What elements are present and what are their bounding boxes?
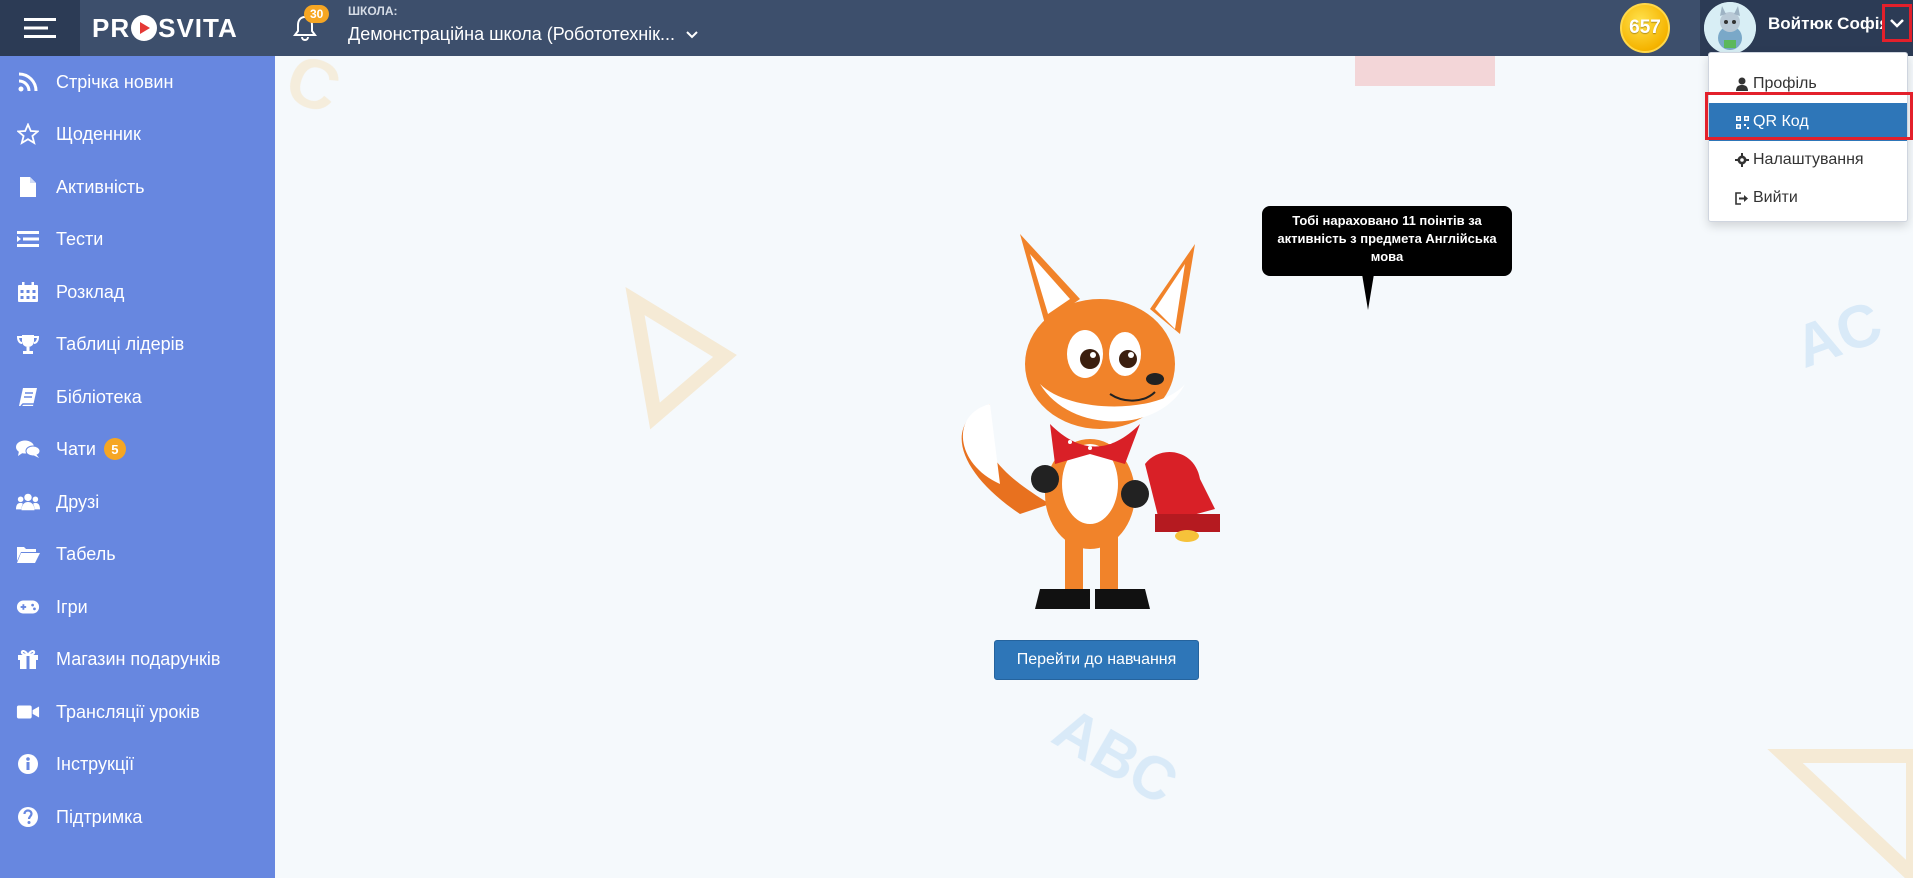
dropdown-item-profile[interactable]: Профіль	[1709, 65, 1907, 103]
dropdown-item-label: Вийти	[1753, 189, 1798, 206]
book-icon	[16, 385, 40, 409]
menu-toggle-button[interactable]	[0, 0, 80, 56]
avatar[interactable]	[1704, 2, 1756, 54]
rss-icon	[16, 70, 40, 94]
sidebar-item-label: Стрічка новин	[56, 71, 174, 92]
gift-icon	[16, 647, 40, 671]
notifications-count-badge: 30	[304, 5, 330, 23]
sidebar-item-schedule[interactable]: Розклад	[0, 266, 275, 318]
sidebar-item-news-feed[interactable]: Стрічка новин	[0, 56, 275, 108]
file-icon	[16, 175, 40, 199]
hamburger-icon	[24, 18, 56, 38]
sidebar: Стрічка новин Щоденник Активність Тести …	[0, 56, 275, 878]
sidebar-item-library[interactable]: Бібліотека	[0, 371, 275, 423]
main-content: C ABC AC Тобі нараховано 11 поінтів за а…	[275, 56, 1913, 878]
star-icon	[16, 122, 40, 146]
dropdown-item-label: QR Код	[1753, 113, 1809, 130]
user-menu[interactable]: Войтюк Софія	[1700, 0, 1913, 56]
logo[interactable]: PR SVITA	[80, 0, 275, 56]
speech-bubble-tail	[1362, 274, 1374, 310]
sidebar-item-instructions[interactable]: Інструкції	[0, 738, 275, 790]
dropdown-item-logout[interactable]: Вийти	[1709, 179, 1907, 217]
user-name: Войтюк Софія	[1768, 14, 1888, 33]
info-icon	[16, 752, 40, 776]
dropdown-item-qr-code[interactable]: QR Код	[1709, 103, 1907, 141]
gamepad-icon	[16, 595, 40, 619]
calendar-icon	[16, 280, 40, 304]
sidebar-item-label: Активність	[56, 176, 145, 197]
coins-balance[interactable]: 657	[1620, 3, 1670, 53]
sidebar-item-lesson-streams[interactable]: Трансляції уроків	[0, 686, 275, 738]
user-dropdown-menu: Профіль QR Код Налаштування Вийти	[1708, 52, 1908, 222]
sidebar-item-friends[interactable]: Друзі	[0, 476, 275, 528]
user-icon	[1735, 77, 1749, 91]
sidebar-item-label: Тести	[56, 228, 104, 249]
svg-text:ABC: ABC	[1043, 694, 1189, 817]
list-icon	[16, 227, 40, 251]
dropdown-item-label: Налаштування	[1753, 151, 1864, 168]
cog-icon	[1735, 153, 1749, 167]
sidebar-item-label: Табель	[56, 543, 116, 564]
points-notification-bubble: Тобі нараховано 11 поінтів за активність…	[1262, 206, 1512, 276]
video-icon	[16, 700, 40, 724]
sidebar-item-chats[interactable]: Чати 5	[0, 423, 275, 475]
sidebar-item-activity[interactable]: Активність	[0, 161, 275, 213]
sidebar-item-support[interactable]: Підтримка	[0, 791, 275, 843]
sidebar-item-leaderboards[interactable]: Таблиці лідерів	[0, 318, 275, 370]
school-label: ШКОЛА:	[348, 4, 398, 18]
logo-play-icon	[131, 15, 158, 41]
top-bar: PR SVITA 30 ШКОЛА: Демонстраційна школа …	[0, 0, 1913, 56]
sidebar-item-label: Трансляції уроків	[56, 701, 200, 722]
sidebar-item-games[interactable]: Ігри	[0, 581, 275, 633]
go-to-learning-button[interactable]: Перейти до навчання	[994, 640, 1199, 680]
fox-mascot-image	[961, 234, 1220, 609]
svg-text:AC: AC	[1786, 288, 1890, 381]
logo-text-pr: PR	[92, 12, 131, 43]
users-icon	[16, 490, 40, 514]
sidebar-item-diary[interactable]: Щоденник	[0, 108, 275, 160]
sidebar-item-label: Підтримка	[56, 806, 143, 827]
question-icon	[16, 805, 40, 829]
sidebar-item-label: Чати	[56, 438, 96, 459]
svg-text:C: C	[276, 56, 350, 129]
sidebar-item-tests[interactable]: Тести	[0, 213, 275, 265]
school-selector[interactable]: Демонстраційна школа (Робототехнік...	[348, 24, 698, 45]
logo-text-svita: SVITA	[158, 12, 238, 43]
sidebar-item-label: Бібліотека	[56, 386, 142, 407]
folder-icon	[16, 542, 40, 566]
sidebar-item-label: Таблиці лідерів	[56, 333, 185, 354]
sidebar-item-label: Інструкції	[56, 753, 135, 774]
chevron-down-icon	[686, 31, 698, 39]
sidebar-item-label: Магазин подарунків	[56, 648, 221, 669]
sign-out-icon	[1735, 191, 1749, 205]
sidebar-item-label: Ігри	[56, 596, 88, 617]
trophy-icon	[16, 332, 40, 356]
dropdown-item-settings[interactable]: Налаштування	[1709, 141, 1907, 179]
dropdown-item-label: Профіль	[1753, 75, 1817, 92]
sidebar-item-gift-shop[interactable]: Магазин подарунків	[0, 633, 275, 685]
chat-icon	[16, 437, 40, 461]
chats-unread-badge: 5	[103, 438, 126, 460]
chevron-down-icon	[1890, 19, 1904, 28]
sidebar-item-label: Друзі	[56, 491, 100, 512]
school-name: Демонстраційна школа (Робототехнік...	[348, 24, 676, 44]
qrcode-icon	[1735, 115, 1749, 129]
sidebar-item-label: Щоденник	[56, 123, 141, 144]
sidebar-item-label: Розклад	[56, 281, 125, 302]
user-menu-toggle[interactable]	[1882, 4, 1912, 42]
sidebar-item-gradebook[interactable]: Табель	[0, 528, 275, 580]
